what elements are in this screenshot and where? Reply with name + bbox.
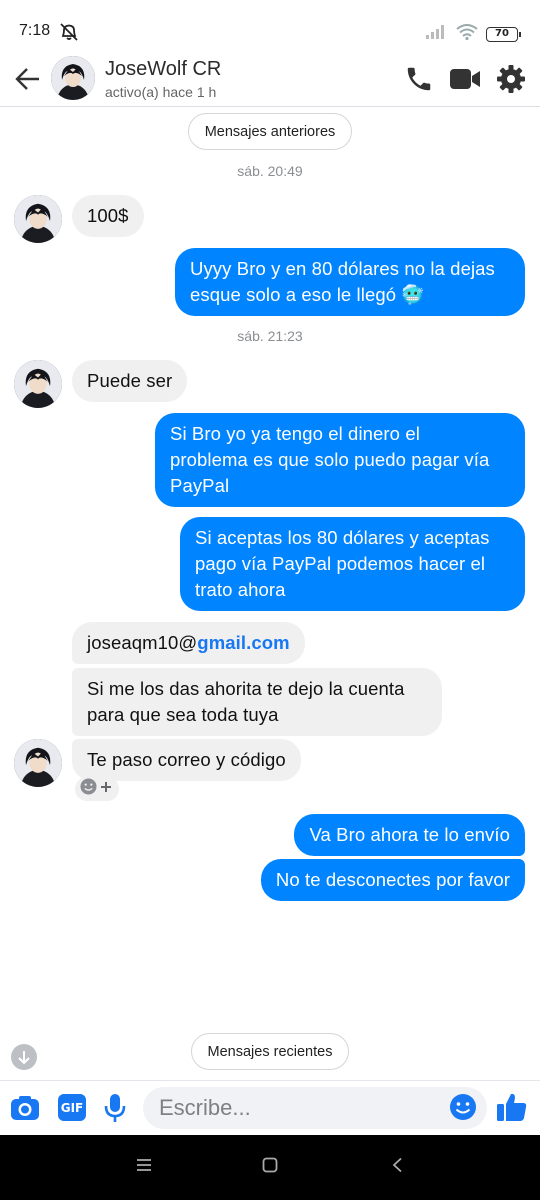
- message-composer: GIF: [0, 1080, 540, 1135]
- message-text: joseaqm10@: [87, 632, 198, 653]
- microphone-icon[interactable]: [104, 1093, 126, 1128]
- status-bar: 7:18 70: [0, 0, 540, 50]
- chat-header: JoseWolf CR activo(a) hace 1 h: [0, 50, 540, 107]
- back-arrow-icon[interactable]: [14, 65, 42, 98]
- timestamp: sáb. 21:23: [237, 328, 303, 344]
- status-time: 7:18: [19, 22, 51, 39]
- contact-avatar-small[interactable]: [14, 195, 62, 243]
- message-bubble-incoming[interactable]: 100$: [72, 195, 144, 237]
- message-text: trato ahora: [195, 579, 286, 600]
- message-text: Uyyy Bro y en 80 dólares no la dejas: [190, 258, 495, 279]
- arrow-down-icon[interactable]: [11, 1044, 37, 1070]
- wifi-icon: [456, 24, 478, 45]
- contact-avatar[interactable]: [51, 56, 95, 100]
- message-bubble-outgoing[interactable]: Si Bro yo ya tengo el dinero el problema…: [155, 413, 525, 507]
- message-text: problema es que solo puedo pagar vía: [170, 449, 490, 470]
- message-text: Va Bro ahora te lo envío: [309, 824, 510, 845]
- message-bubble-outgoing[interactable]: Va Bro ahora te lo envío: [294, 814, 525, 856]
- message-bubble-incoming[interactable]: joseaqm10@gmail.com: [72, 622, 305, 664]
- contact-status: activo(a) hace 1 h: [105, 84, 217, 100]
- phone-icon[interactable]: [404, 64, 434, 99]
- message-bubble-incoming[interactable]: Te paso correo y código: [72, 739, 301, 781]
- message-text: 100$: [87, 205, 129, 226]
- gear-icon[interactable]: [496, 64, 526, 99]
- gif-label: GIF: [60, 1100, 84, 1115]
- message-text: esque solo a eso le llegó 🥶: [190, 284, 425, 305]
- older-messages-label: Mensajes anteriores: [204, 123, 336, 140]
- message-text: Te paso correo y código: [87, 749, 286, 770]
- message-text: PayPal: [170, 475, 230, 496]
- message-bubble-outgoing[interactable]: Uyyy Bro y en 80 dólares no la dejas esq…: [175, 248, 525, 316]
- contact-name[interactable]: JoseWolf CR: [105, 58, 221, 81]
- older-messages-button[interactable]: Mensajes anteriores: [188, 113, 352, 150]
- recent-apps-icon[interactable]: [136, 1157, 152, 1178]
- home-icon[interactable]: [262, 1157, 278, 1178]
- message-bubble-outgoing[interactable]: Si aceptas los 80 dólares y aceptas pago…: [180, 517, 525, 611]
- recent-messages-button[interactable]: Mensajes recientes: [191, 1033, 349, 1070]
- smiley-icon: [80, 778, 97, 800]
- message-text: Puede ser: [87, 370, 173, 391]
- plus-icon: [100, 780, 112, 798]
- email-link[interactable]: gmail.com: [197, 632, 289, 653]
- emoji-icon[interactable]: [449, 1093, 477, 1126]
- message-bubble-incoming[interactable]: Si me los das ahorita te dejo la cuenta …: [72, 668, 442, 736]
- camera-icon[interactable]: [10, 1093, 40, 1128]
- nav-back-icon[interactable]: [390, 1157, 406, 1178]
- message-text: para que sea toda tuya: [87, 704, 279, 725]
- message-text: pago vía PayPal podemos hacer el: [195, 553, 486, 574]
- notifications-muted-icon: [58, 22, 80, 47]
- system-nav-bar: [0, 1135, 540, 1200]
- message-bubble-outgoing[interactable]: No te desconectes por favor: [260, 859, 525, 901]
- message-text: Si aceptas los 80 dólares y aceptas: [195, 527, 490, 548]
- add-reaction-button[interactable]: [75, 777, 119, 801]
- battery-indicator: 70: [486, 27, 521, 42]
- message-bubble-incoming[interactable]: Puede ser: [72, 360, 188, 402]
- contact-avatar-small[interactable]: [14, 360, 62, 408]
- timestamp: sáb. 20:49: [237, 163, 303, 179]
- signal-icon: [426, 25, 448, 44]
- message-input[interactable]: [143, 1087, 487, 1129]
- recent-messages-label: Mensajes recientes: [207, 1043, 333, 1060]
- message-text: Si me los das ahorita te dejo la cuenta: [87, 678, 405, 699]
- contact-avatar-small[interactable]: [14, 739, 62, 787]
- thumbs-up-icon[interactable]: [496, 1091, 528, 1128]
- message-text: Si Bro yo ya tengo el dinero el: [170, 423, 420, 444]
- video-camera-icon[interactable]: [449, 64, 481, 99]
- gif-icon[interactable]: GIF: [58, 1094, 86, 1121]
- message-text: No te desconectes por favor: [275, 869, 510, 890]
